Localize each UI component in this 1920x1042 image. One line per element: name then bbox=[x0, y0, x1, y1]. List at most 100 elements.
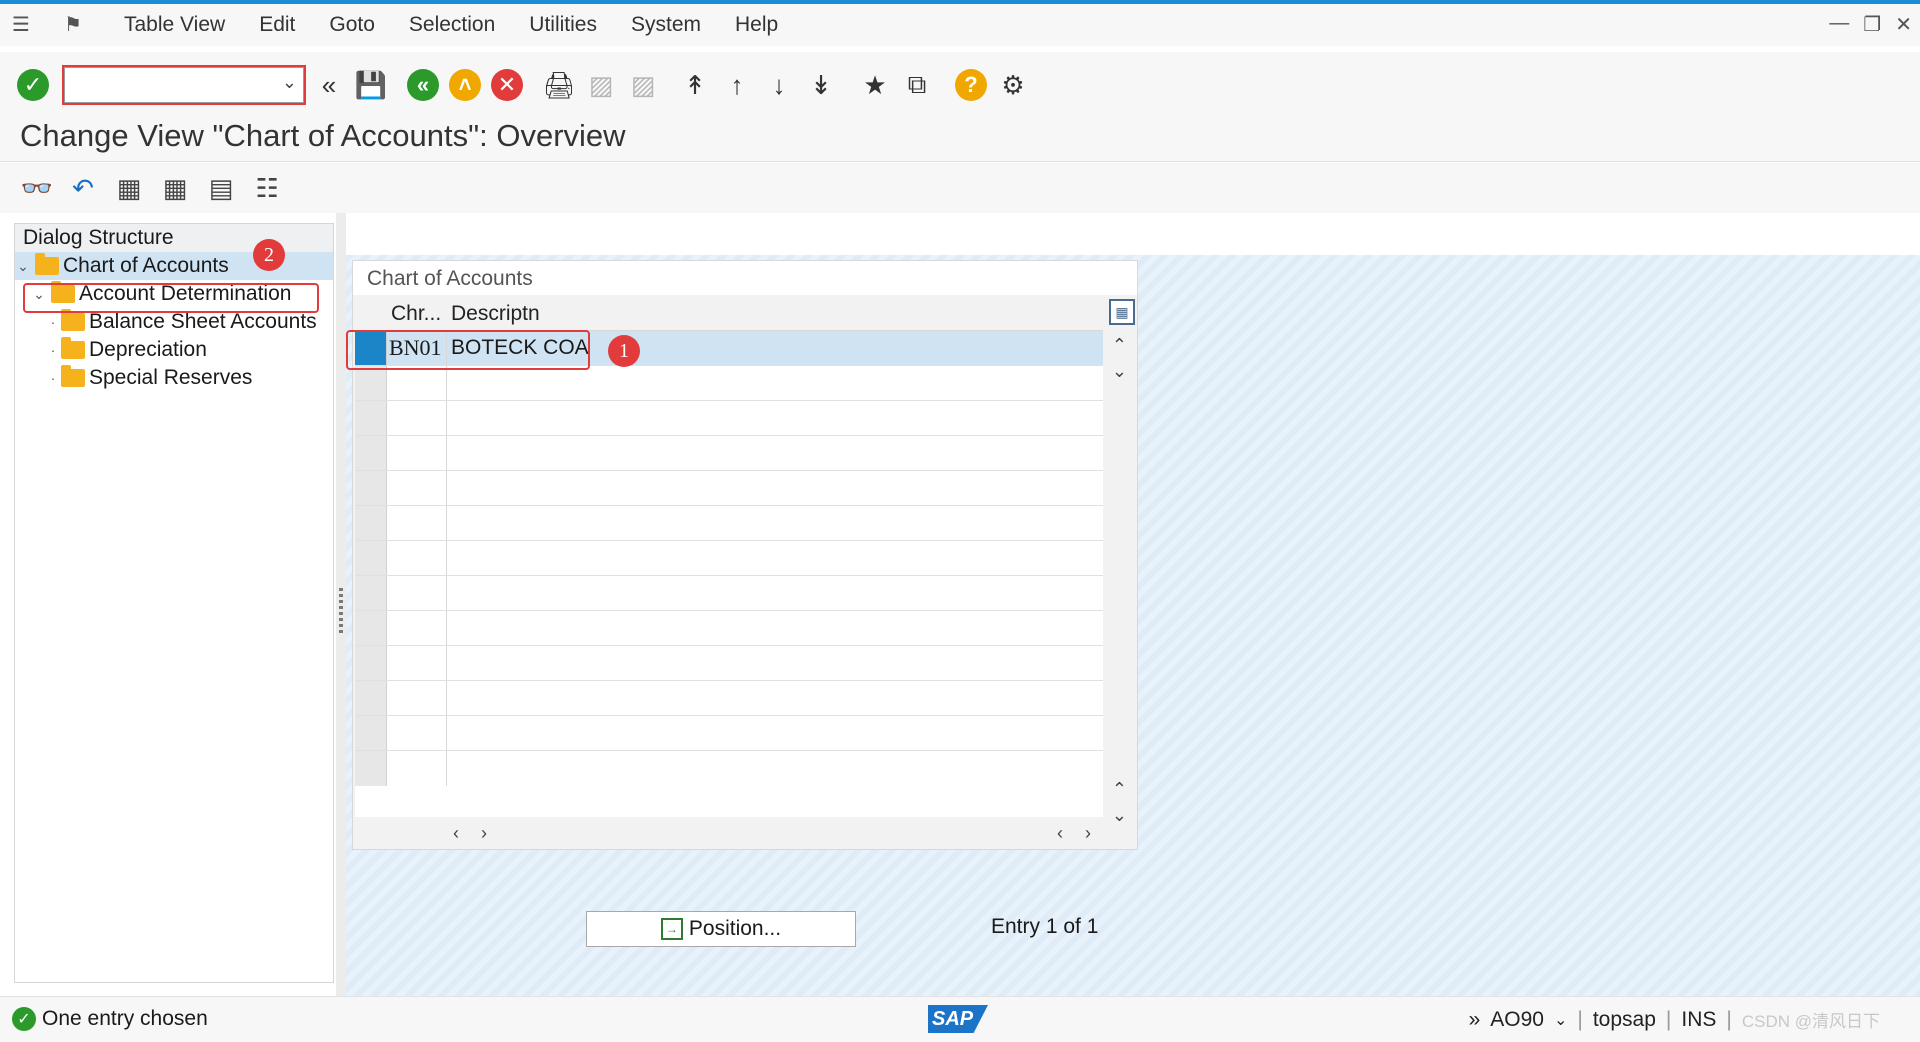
transaction-code[interactable]: AO90 bbox=[1490, 1008, 1544, 1032]
exit-icon[interactable]: ˄ bbox=[448, 68, 482, 102]
table-scroll-left-icon[interactable]: ‹ bbox=[1057, 823, 1063, 844]
row-selector[interactable] bbox=[355, 646, 387, 680]
print-icon[interactable]: 🖨 bbox=[542, 68, 576, 102]
tree-bullet-icon: · bbox=[50, 342, 56, 358]
menu-edit[interactable]: Edit bbox=[259, 13, 295, 37]
table-row-empty[interactable] bbox=[355, 646, 1103, 681]
sap-gui-flag-icon[interactable]: ⚑ bbox=[64, 14, 90, 36]
table-row-empty[interactable] bbox=[355, 716, 1103, 751]
back-double-arrow-icon[interactable]: « bbox=[312, 68, 346, 102]
find-next-icon[interactable]: ▨ bbox=[626, 68, 660, 102]
cell-chart[interactable] bbox=[387, 401, 447, 435]
cell-chart[interactable] bbox=[387, 436, 447, 470]
table-row-empty[interactable] bbox=[355, 401, 1103, 436]
expand-status-icon[interactable]: » bbox=[1469, 1008, 1481, 1032]
cell-chart[interactable] bbox=[387, 681, 447, 715]
menu-system[interactable]: System bbox=[631, 13, 701, 37]
print-view-icon[interactable]: ☷ bbox=[250, 171, 284, 205]
scroll-page-down-icon[interactable]: ⌄ bbox=[1112, 805, 1127, 826]
back-icon[interactable]: « bbox=[406, 68, 440, 102]
cell-chart[interactable] bbox=[387, 471, 447, 505]
row-selector[interactable] bbox=[355, 541, 387, 575]
create-session-icon[interactable]: ★ bbox=[858, 68, 892, 102]
menu-table-view[interactable]: Table View bbox=[124, 13, 225, 37]
menu-goto[interactable]: Goto bbox=[329, 13, 375, 37]
close-icon[interactable]: ✕ bbox=[1895, 12, 1912, 37]
undo-icon[interactable]: ↶ bbox=[66, 171, 100, 205]
position-button[interactable]: → Position... bbox=[586, 911, 856, 947]
table-row-empty[interactable] bbox=[355, 366, 1103, 401]
select-all-icon[interactable]: ▦ bbox=[112, 171, 146, 205]
find-icon[interactable]: ▨ bbox=[584, 68, 618, 102]
row-selector[interactable] bbox=[355, 401, 387, 435]
row-selector[interactable] bbox=[355, 471, 387, 505]
table-row-empty[interactable] bbox=[355, 506, 1103, 541]
chevron-down-icon[interactable]: ⌄ bbox=[15, 258, 31, 275]
scroll-up-icon[interactable]: ⌃ bbox=[1112, 335, 1127, 356]
previous-page-icon[interactable]: ↑ bbox=[720, 68, 754, 102]
input-mode[interactable]: INS bbox=[1681, 1008, 1716, 1032]
table-row-empty[interactable] bbox=[355, 751, 1103, 786]
row-selector[interactable] bbox=[355, 716, 387, 750]
command-field[interactable]: ⌄ bbox=[62, 65, 306, 105]
select-block-icon[interactable]: ▦ bbox=[158, 171, 192, 205]
menu-help[interactable]: Help bbox=[735, 13, 778, 37]
restore-icon[interactable]: ❐ bbox=[1863, 12, 1881, 37]
tree-bullet-icon: · bbox=[50, 370, 56, 386]
enter-icon[interactable]: ✓ bbox=[16, 68, 50, 102]
scroll-page-up-icon[interactable]: ⌃ bbox=[1112, 779, 1127, 800]
table-row-empty[interactable] bbox=[355, 576, 1103, 611]
column-scroll-right-icon[interactable]: › bbox=[481, 823, 487, 844]
cell-chart[interactable] bbox=[387, 611, 447, 645]
chevron-down-icon[interactable]: ⌄ bbox=[282, 72, 297, 93]
deselect-all-icon[interactable]: ▤ bbox=[204, 171, 238, 205]
table-row-empty[interactable] bbox=[355, 611, 1103, 646]
cell-chart[interactable] bbox=[387, 646, 447, 680]
table-row-empty[interactable] bbox=[355, 471, 1103, 506]
row-selector[interactable] bbox=[355, 611, 387, 645]
cell-chart[interactable] bbox=[387, 716, 447, 750]
scroll-down-icon[interactable]: ⌄ bbox=[1112, 361, 1127, 382]
cell-chart[interactable] bbox=[387, 366, 447, 400]
folder-icon bbox=[61, 309, 85, 331]
table-row-empty[interactable] bbox=[355, 681, 1103, 716]
last-page-icon[interactable]: ↡ bbox=[804, 68, 838, 102]
cell-chart[interactable] bbox=[387, 576, 447, 610]
table-scroll-right-icon[interactable]: › bbox=[1085, 823, 1091, 844]
sap-logo-icon: SAP bbox=[928, 1005, 988, 1033]
row-selector[interactable] bbox=[355, 366, 387, 400]
column-header-description[interactable]: Descriptn bbox=[447, 302, 1047, 330]
tree-item-chart-of-accounts[interactable]: ⌄ Chart of Accounts bbox=[15, 252, 333, 280]
help-icon[interactable]: ? bbox=[954, 68, 988, 102]
table-settings-icon[interactable]: ▦ bbox=[1109, 299, 1135, 325]
menu-selection[interactable]: Selection bbox=[409, 13, 495, 37]
save-icon[interactable]: 💾 bbox=[354, 68, 388, 102]
shortcut-icon[interactable]: ⧉ bbox=[900, 68, 934, 102]
column-scroll-left-icon[interactable]: ‹ bbox=[453, 823, 459, 844]
cancel-icon[interactable]: ✕ bbox=[490, 68, 524, 102]
column-header-chart[interactable]: Chr... bbox=[387, 302, 447, 330]
menu-utilities[interactable]: Utilities bbox=[529, 13, 597, 37]
cell-chart[interactable] bbox=[387, 506, 447, 540]
row-selector[interactable] bbox=[355, 576, 387, 610]
cell-chart[interactable] bbox=[387, 751, 447, 786]
minimize-icon[interactable]: — bbox=[1829, 12, 1849, 37]
status-message[interactable]: One entry chosen bbox=[42, 1007, 208, 1031]
chevron-down-icon[interactable]: ⌄ bbox=[1554, 1010, 1567, 1030]
table-row-empty[interactable] bbox=[355, 541, 1103, 576]
row-selector[interactable] bbox=[355, 506, 387, 540]
menu-icon[interactable]: ☰ bbox=[12, 14, 38, 36]
pane-splitter[interactable] bbox=[336, 213, 346, 996]
row-selector[interactable] bbox=[355, 436, 387, 470]
row-selector[interactable] bbox=[355, 681, 387, 715]
first-page-icon[interactable]: ↟ bbox=[678, 68, 712, 102]
display-change-icon[interactable]: 👓 bbox=[20, 171, 54, 205]
cell-chart[interactable] bbox=[387, 541, 447, 575]
tree-item-special-reserves[interactable]: · Special Reserves bbox=[15, 364, 333, 392]
settings-icon[interactable]: ⚙ bbox=[996, 68, 1030, 102]
splitter-grip-icon[interactable] bbox=[339, 588, 343, 636]
tree-item-depreciation[interactable]: · Depreciation bbox=[15, 336, 333, 364]
table-row-empty[interactable] bbox=[355, 436, 1103, 471]
row-selector[interactable] bbox=[355, 751, 387, 786]
next-page-icon[interactable]: ↓ bbox=[762, 68, 796, 102]
